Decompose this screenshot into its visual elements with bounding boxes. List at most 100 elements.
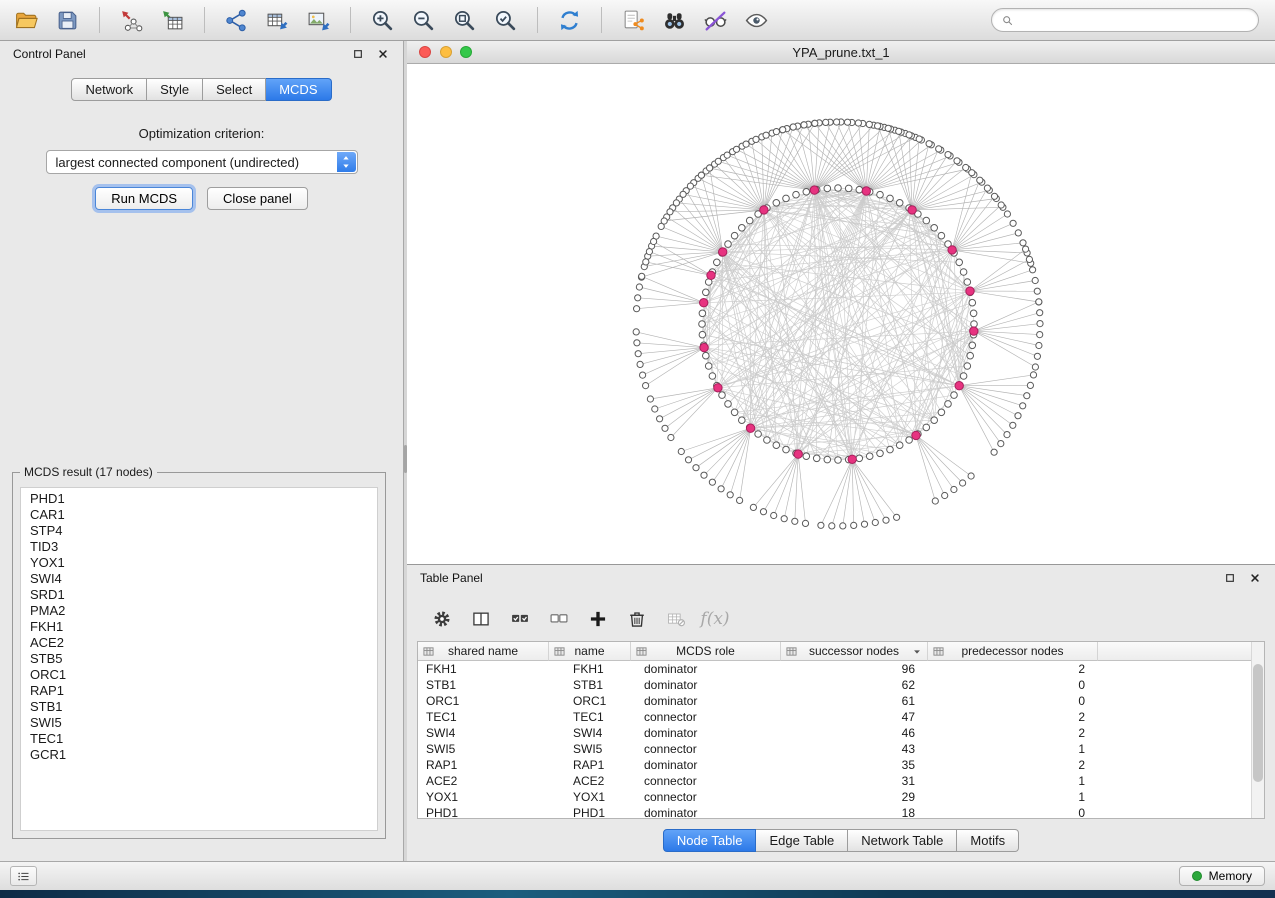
table-row[interactable]: RAP1RAP1dominator352 — [418, 757, 1251, 773]
network-node[interactable] — [923, 424, 930, 431]
export-network-button[interactable] — [218, 4, 255, 36]
control-panel-close-button[interactable] — [376, 47, 390, 61]
network-node[interactable] — [835, 185, 842, 192]
zoom-out-button[interactable] — [405, 4, 442, 36]
zoom-in-button[interactable] — [364, 4, 401, 36]
table-row[interactable]: FKH1FKH1dominator962 — [418, 661, 1251, 677]
network-leaf-node[interactable] — [715, 158, 721, 164]
network-leaf-node[interactable] — [963, 164, 969, 170]
network-node[interactable] — [877, 191, 884, 198]
network-leaf-node[interactable] — [680, 191, 686, 197]
network-node[interactable] — [824, 185, 831, 192]
network-hub-node[interactable] — [707, 271, 715, 279]
network-hub-node[interactable] — [848, 455, 856, 463]
network-leaf-node[interactable] — [875, 123, 881, 129]
select-unchecked-button[interactable] — [546, 606, 572, 632]
tab-edge-table[interactable]: Edge Table — [756, 829, 848, 852]
columns-button[interactable] — [468, 606, 494, 632]
network-node[interactable] — [964, 279, 971, 286]
mcds-result-list[interactable]: PHD1CAR1STP4TID3YOX1SWI4SRD1PMA2FKH1ACE2… — [20, 487, 378, 831]
network-node[interactable] — [964, 363, 971, 370]
network-leaf-node[interactable] — [646, 249, 652, 255]
export-table-button[interactable] — [259, 4, 296, 36]
network-node[interactable] — [803, 189, 810, 196]
network-leaf-node[interactable] — [718, 486, 724, 492]
network-node[interactable] — [773, 442, 780, 449]
network-leaf-node[interactable] — [637, 361, 643, 367]
network-node[interactable] — [783, 195, 790, 202]
network-node[interactable] — [731, 232, 738, 239]
network-node[interactable] — [845, 185, 852, 192]
zoom-fit-button[interactable] — [446, 4, 483, 36]
network-hub-node[interactable] — [794, 450, 802, 458]
network-leaf-node[interactable] — [634, 340, 640, 346]
network-leaf-node[interactable] — [1037, 321, 1043, 327]
table-row[interactable]: YOX1YOX1connector291 — [418, 789, 1251, 805]
table-scrollbar[interactable] — [1251, 642, 1264, 818]
mcds-result-item[interactable]: STP4 — [21, 523, 377, 539]
gear-button[interactable] — [429, 606, 455, 632]
network-node[interactable] — [793, 191, 800, 198]
network-node[interactable] — [945, 401, 952, 408]
network-leaf-node[interactable] — [885, 125, 891, 131]
network-leaf-node[interactable] — [1030, 267, 1036, 273]
mcds-result-item[interactable]: YOX1 — [21, 555, 377, 571]
network-leaf-node[interactable] — [960, 480, 966, 486]
network-leaf-node[interactable] — [1004, 432, 1010, 438]
window-minimize-button[interactable] — [440, 46, 452, 58]
network-hub-node[interactable] — [810, 186, 818, 194]
run-mcds-button[interactable]: Run MCDS — [95, 187, 193, 210]
mcds-result-item[interactable]: SWI4 — [21, 571, 377, 587]
network-leaf-node[interactable] — [1026, 256, 1032, 262]
network-leaf-node[interactable] — [883, 517, 889, 523]
network-leaf-node[interactable] — [640, 372, 646, 378]
network-leaf-node[interactable] — [781, 516, 787, 522]
network-leaf-node[interactable] — [1027, 382, 1033, 388]
mcds-result-item[interactable]: RAP1 — [21, 683, 377, 699]
table-row[interactable]: STB1STB1dominator620 — [418, 677, 1251, 693]
network-node[interactable] — [931, 417, 938, 424]
table-row[interactable]: PHD1PHD1dominator180 — [418, 805, 1251, 818]
network-leaf-node[interactable] — [932, 498, 938, 504]
network-leaf-node[interactable] — [662, 425, 668, 431]
table-row[interactable]: TEC1TEC1connector472 — [418, 709, 1251, 725]
table-row[interactable]: ORC1ORC1dominator610 — [418, 693, 1251, 709]
network-hub-node[interactable] — [714, 384, 722, 392]
network-node[interactable] — [938, 409, 945, 416]
network-node[interactable] — [967, 352, 974, 359]
network-leaf-node[interactable] — [647, 396, 653, 402]
network-leaf-node[interactable] — [1036, 342, 1042, 348]
network-leaf-node[interactable] — [701, 472, 707, 478]
network-leaf-node[interactable] — [942, 492, 948, 498]
network-leaf-node[interactable] — [1010, 220, 1016, 226]
network-node[interactable] — [714, 259, 721, 266]
find-button[interactable] — [656, 4, 693, 36]
network-node[interactable] — [856, 186, 863, 193]
network-leaf-node[interactable] — [763, 132, 769, 138]
mcds-result-item[interactable]: GCR1 — [21, 747, 377, 763]
network-leaf-node[interactable] — [1015, 413, 1021, 419]
network-leaf-node[interactable] — [855, 120, 861, 126]
network-leaf-node[interactable] — [1036, 299, 1042, 305]
network-node[interactable] — [703, 289, 710, 296]
network-leaf-node[interactable] — [991, 449, 997, 455]
import-table-button[interactable] — [154, 4, 191, 36]
network-leaf-node[interactable] — [1034, 288, 1040, 294]
network-leaf-node[interactable] — [687, 183, 693, 189]
network-node[interactable] — [960, 373, 967, 380]
network-leaf-node[interactable] — [634, 306, 640, 312]
network-node[interactable] — [803, 453, 810, 460]
network-node[interactable] — [699, 321, 706, 328]
network-node[interactable] — [824, 456, 831, 463]
network-leaf-node[interactable] — [635, 351, 641, 357]
mcds-result-item[interactable]: PHD1 — [21, 491, 377, 507]
table-panel-float-button[interactable] — [1223, 571, 1237, 585]
network-node[interactable] — [938, 232, 945, 239]
network-leaf-node[interactable] — [780, 127, 786, 133]
network-leaf-node[interactable] — [977, 177, 983, 183]
network-leaf-node[interactable] — [636, 284, 642, 290]
network-leaf-node[interactable] — [733, 146, 739, 152]
network-leaf-node[interactable] — [1032, 364, 1038, 370]
network-graph[interactable] — [407, 64, 1275, 564]
network-leaf-node[interactable] — [951, 486, 957, 492]
